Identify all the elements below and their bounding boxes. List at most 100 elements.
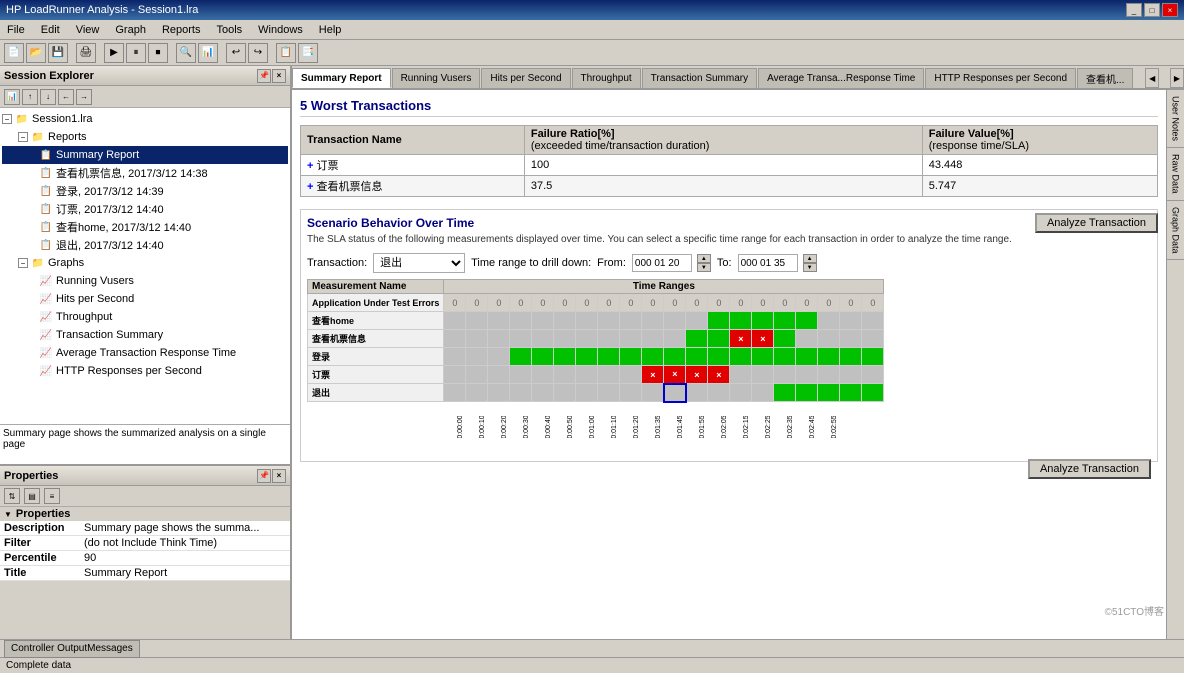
grid-cell-1-11[interactable] [686, 312, 708, 330]
tab-scroll-right[interactable]: ▶ [1170, 68, 1184, 88]
grid-cell-0-10[interactable]: 0 [664, 294, 686, 312]
grid-cell-4-13[interactable] [730, 366, 752, 384]
tab-throughput[interactable]: Throughput [572, 68, 641, 88]
grid-cell-1-17[interactable] [818, 312, 840, 330]
grid-cell-3-11[interactable] [686, 348, 708, 366]
grid-cell-1-1[interactable] [466, 312, 488, 330]
close-btn[interactable]: × [1162, 3, 1178, 17]
toolbar-save[interactable]: 💾 [48, 43, 68, 63]
to-spin[interactable]: ▲ ▼ [803, 254, 817, 272]
tree-graph-1[interactable]: 📈 Running Vusers [2, 272, 288, 290]
tab-running-vusers[interactable]: Running Vusers [392, 68, 481, 88]
menu-graph[interactable]: Graph [112, 23, 149, 37]
grid-cell-0-4[interactable]: 0 [532, 294, 554, 312]
analyze-btn-bottom[interactable]: Analyze Transaction [1028, 459, 1151, 479]
grid-cell-5-8[interactable] [620, 384, 642, 402]
grid-cell-1-7[interactable] [598, 312, 620, 330]
expand-plus-0[interactable]: + [307, 160, 313, 172]
grid-cell-3-3[interactable] [510, 348, 532, 366]
menu-file[interactable]: File [4, 23, 28, 37]
explorer-header-buttons[interactable]: 📌 × [257, 69, 286, 83]
grid-cell-3-5[interactable] [554, 348, 576, 366]
window-controls[interactable]: _ □ × [1126, 3, 1178, 17]
grid-cell-4-16[interactable] [796, 366, 818, 384]
grid-cell-2-9[interactable] [642, 330, 664, 348]
grid-cell-5-14[interactable] [752, 384, 774, 402]
toolbar-icon2[interactable]: ⏸ [126, 43, 146, 63]
analyze-btn-top[interactable]: Analyze Transaction [1035, 213, 1158, 233]
tree-graphs[interactable]: − 📁 Graphs [2, 254, 288, 272]
controller-output-tab[interactable]: Controller OutputMessages [4, 640, 140, 658]
tree-graph-5[interactable]: 📈 Average Transaction Response Time [2, 344, 288, 362]
tree-report-2[interactable]: 📋 登录, 2017/3/12 14:39 [2, 182, 288, 200]
grid-cell-3-17[interactable] [818, 348, 840, 366]
grid-cell-3-2[interactable] [488, 348, 510, 366]
grid-cell-4-18[interactable] [840, 366, 862, 384]
exp-btn2[interactable]: ↑ [22, 89, 38, 105]
grid-cell-0-19[interactable]: 0 [862, 294, 884, 312]
exp-btn4[interactable]: ← [58, 89, 74, 105]
grid-cell-1-8[interactable] [620, 312, 642, 330]
props-sort-btn[interactable]: ⇅ [4, 488, 20, 504]
grid-cell-2-12[interactable] [708, 330, 730, 348]
tree-report-1[interactable]: 📋 查看机票信息, 2017/3/12 14:38 [2, 164, 288, 182]
grid-cell-1-16[interactable] [796, 312, 818, 330]
from-input[interactable] [632, 254, 692, 272]
transaction-select[interactable]: 退出 订票 登录 查看home 查看机票信息 [373, 253, 465, 273]
grid-cell-4-12[interactable]: × [708, 366, 730, 384]
tab-hits-per-second[interactable]: Hits per Second [481, 68, 570, 88]
raw-data-panel[interactable]: Raw Data [1167, 148, 1184, 201]
grid-cell-1-13[interactable] [730, 312, 752, 330]
menu-help[interactable]: Help [316, 23, 345, 37]
tree-summary-report[interactable]: 📋 Summary Report [2, 146, 288, 164]
grid-cell-4-11[interactable]: × [686, 366, 708, 384]
grid-cell-5-17[interactable] [818, 384, 840, 402]
grid-cell-0-11[interactable]: 0 [686, 294, 708, 312]
grid-cell-3-0[interactable] [444, 348, 466, 366]
explorer-pin-btn[interactable]: 📌 [257, 69, 271, 83]
grid-cell-2-17[interactable] [818, 330, 840, 348]
menu-tools[interactable]: Tools [213, 23, 245, 37]
grid-cell-4-0[interactable] [444, 366, 466, 384]
grid-cell-0-16[interactable]: 0 [796, 294, 818, 312]
tab-http-responses[interactable]: HTTP Responses per Second [925, 68, 1076, 88]
to-down[interactable]: ▼ [803, 263, 817, 272]
toolbar-open[interactable]: 📂 [26, 43, 46, 63]
toolbar-icon3[interactable]: ⏹ [148, 43, 168, 63]
grid-cell-3-13[interactable] [730, 348, 752, 366]
grid-cell-4-3[interactable] [510, 366, 532, 384]
toolbar-icon8[interactable]: 📋 [276, 43, 296, 63]
tab-scroll-left[interactable]: ◀ [1145, 68, 1159, 88]
grid-cell-5-11[interactable] [686, 384, 708, 402]
grid-cell-5-9[interactable] [642, 384, 664, 402]
grid-cell-0-7[interactable]: 0 [598, 294, 620, 312]
grid-cell-1-15[interactable] [774, 312, 796, 330]
grid-cell-2-15[interactable] [774, 330, 796, 348]
grid-cell-5-13[interactable] [730, 384, 752, 402]
grid-cell-1-3[interactable] [510, 312, 532, 330]
grid-cell-5-6[interactable] [576, 384, 598, 402]
grid-cell-2-14[interactable]: × [752, 330, 774, 348]
grid-cell-4-1[interactable] [466, 366, 488, 384]
grid-cell-5-3[interactable] [510, 384, 532, 402]
grid-cell-1-12[interactable] [708, 312, 730, 330]
grid-cell-2-2[interactable] [488, 330, 510, 348]
grid-cell-3-14[interactable] [752, 348, 774, 366]
grid-cell-5-19[interactable] [862, 384, 884, 402]
maximize-btn[interactable]: □ [1144, 3, 1160, 17]
graphs-expand[interactable]: − [18, 258, 28, 268]
grid-cell-4-14[interactable] [752, 366, 774, 384]
grid-cell-4-17[interactable] [818, 366, 840, 384]
grid-cell-4-10[interactable]: × [664, 366, 686, 384]
grid-cell-1-18[interactable] [840, 312, 862, 330]
menu-view[interactable]: View [73, 23, 103, 37]
toolbar-icon7[interactable]: ↪ [248, 43, 268, 63]
grid-cell-5-18[interactable] [840, 384, 862, 402]
grid-cell-2-6[interactable] [576, 330, 598, 348]
grid-cell-3-15[interactable] [774, 348, 796, 366]
minimize-btn[interactable]: _ [1126, 3, 1142, 17]
grid-cell-1-0[interactable] [444, 312, 466, 330]
grid-cell-2-4[interactable] [532, 330, 554, 348]
grid-cell-3-6[interactable] [576, 348, 598, 366]
grid-cell-2-16[interactable] [796, 330, 818, 348]
